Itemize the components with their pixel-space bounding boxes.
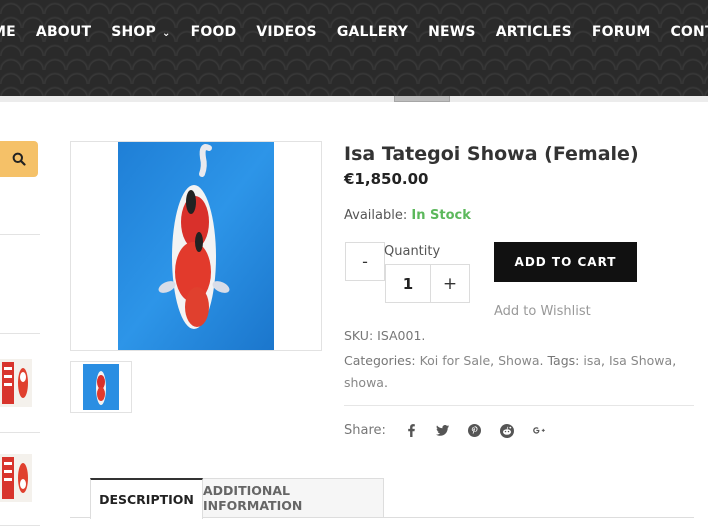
search-icon [12, 152, 26, 166]
share-divider [344, 405, 694, 406]
nav-item-videos[interactable]: VIDEOS [256, 24, 316, 40]
nav-item-forum[interactable]: FORUM [592, 24, 651, 40]
nav-item-gallery[interactable]: GALLERY [337, 24, 408, 40]
search-button[interactable] [0, 141, 38, 177]
quantity-decrease-button[interactable]: - [345, 242, 385, 281]
availability: Available: In Stock [344, 208, 471, 223]
twitter-icon[interactable] [436, 424, 450, 438]
categories-label: Categories: [344, 353, 416, 368]
nav-collapse-handle[interactable] [394, 96, 450, 102]
nav-item-home[interactable]: ME [0, 24, 16, 40]
sidebar-product-image[interactable] [0, 359, 32, 407]
product-title: Isa Tategoi Showa (Female) [344, 143, 639, 165]
nav-item-shop[interactable]: SHOP ⌄ [111, 24, 170, 40]
koi-fish-image [118, 142, 274, 350]
product-sku: SKU: ISA001. [344, 328, 425, 343]
add-to-wishlist-link[interactable]: Add to Wishlist [494, 304, 591, 319]
quantity-increase-button[interactable]: + [430, 264, 470, 303]
nav-menu: ME ABOUT SHOP⌄ FOOD VIDEOS GALLERY NEWS … [0, 24, 708, 40]
tab-additional-information[interactable]: ADDITIONAL INFORMATION [203, 478, 384, 518]
availability-label: Available: [344, 208, 408, 223]
add-to-cart-button[interactable]: ADD TO CART [494, 242, 637, 282]
sidebar-divider [0, 432, 40, 433]
nav-item-food[interactable]: FOOD [191, 24, 237, 40]
pinterest-icon[interactable] [468, 424, 482, 438]
product-categories-tags: Categories: Koi for Sale, Showa. Tags: i… [344, 353, 677, 390]
koi-thumbnail-icon [83, 364, 119, 410]
sku-label: SKU: [344, 328, 374, 343]
share-label: Share: [344, 423, 386, 438]
nav-item-contact[interactable]: CONTACT [670, 24, 708, 40]
nav-item-articles[interactable]: ARTICLES [496, 24, 572, 40]
tag-link[interactable]: Isa Showa [609, 353, 672, 368]
product-main-image[interactable] [70, 141, 322, 351]
nav-item-news[interactable]: NEWS [428, 24, 476, 40]
chevron-down-icon: ⌄ [162, 28, 171, 39]
tag-link[interactable]: showa [344, 375, 384, 390]
share-bar: Share: [344, 423, 546, 438]
reddit-icon[interactable] [499, 423, 514, 438]
sidebar-divider [0, 525, 40, 526]
sidebar-divider [0, 333, 40, 334]
koi-thumbnail-icon [0, 359, 32, 407]
tags-label: Tags: [547, 353, 580, 368]
stock-status: In Stock [411, 208, 471, 223]
category-link[interactable]: Koi for Sale [420, 353, 491, 368]
nav-bottom-strip [0, 96, 708, 102]
koi-thumbnail-icon [0, 454, 32, 502]
quantity-label: Quantity [384, 244, 441, 259]
product-thumbnail[interactable] [70, 361, 132, 413]
top-navigation: ME ABOUT SHOP⌄ FOOD VIDEOS GALLERY NEWS … [0, 0, 708, 96]
nav-item-shop-label: SHOP [111, 24, 156, 40]
facebook-icon[interactable] [404, 424, 418, 438]
sku-value: ISA001. [377, 328, 426, 343]
category-link[interactable]: Showa [498, 353, 539, 368]
tab-description[interactable]: DESCRIPTION [90, 478, 203, 519]
sidebar-product-image[interactable] [0, 454, 32, 502]
sidebar-divider [0, 234, 40, 235]
quantity-input[interactable] [385, 264, 431, 303]
nav-item-about[interactable]: ABOUT [36, 24, 91, 40]
google-plus-icon[interactable] [532, 424, 546, 438]
product-price: €1,850.00 [344, 170, 429, 188]
tag-link[interactable]: isa [583, 353, 601, 368]
